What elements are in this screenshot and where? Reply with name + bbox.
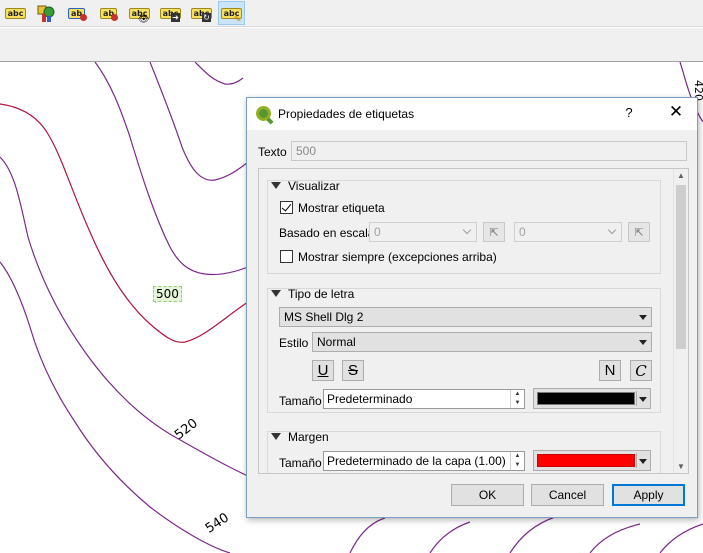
min-scale-value: 0 xyxy=(374,225,381,239)
spin-up-icon: ▲ xyxy=(514,453,521,459)
min-scale-combo[interactable]: 0 xyxy=(369,222,477,242)
scroll-up-icon[interactable]: ▲ xyxy=(677,171,685,180)
dropdown-arrow-icon xyxy=(639,315,647,320)
dropdown-arrow-icon xyxy=(639,459,647,464)
pencil-icon: ✎ xyxy=(234,14,242,24)
underline-button[interactable]: U xyxy=(312,360,334,381)
min-scale-pick-button[interactable]: ⇱ xyxy=(483,222,505,242)
buffer-color-swatch xyxy=(537,454,635,467)
normal-button[interactable]: N xyxy=(599,360,621,381)
contour-line xyxy=(149,62,249,181)
margen-title: Margen xyxy=(288,430,329,444)
index-contour-line xyxy=(0,103,249,343)
font-family-value: MS Shell Dlg 2 xyxy=(284,310,364,324)
buffer-size-label: Tamaño xyxy=(279,456,322,470)
font-size-label: Tamaño xyxy=(279,394,322,408)
buffer-size-spinbox[interactable]: Predeterminado de la capa (1.00) ▲ ▼ xyxy=(323,451,525,471)
italic-button[interactable]: C xyxy=(630,360,652,381)
text-field-label: Texto xyxy=(258,145,287,159)
help-button[interactable]: ? xyxy=(619,105,639,120)
dialog-titlebar[interactable]: Propiedades de etiquetas ? ✕ xyxy=(247,98,697,130)
contour-line xyxy=(349,517,386,553)
pin-labels-tool[interactable]: ab xyxy=(63,1,90,25)
abc-label-icon: abc xyxy=(4,7,27,19)
label-properties-dialog: Propiedades de etiquetas ? ✕ Texto 500 V… xyxy=(246,97,698,518)
qgis-logo-icon xyxy=(256,106,271,121)
scroll-down-icon[interactable]: ▼ xyxy=(677,462,685,471)
visualizar-title: Visualizar xyxy=(288,179,340,193)
show-label-text: Mostrar etiqueta xyxy=(298,201,385,215)
font-style-value: Normal xyxy=(317,335,356,349)
max-scale-combo[interactable]: 0 xyxy=(514,222,622,242)
show-label-checkbox[interactable] xyxy=(280,201,293,214)
move-label-tool[interactable]: abc ➜ xyxy=(157,1,184,25)
contour-line xyxy=(194,62,244,85)
max-scale-pick-button[interactable]: ⇱ xyxy=(628,222,650,242)
always-show-text: Mostrar siempre (excepciones arriba) xyxy=(298,250,497,264)
style-label: Estilo xyxy=(279,336,309,350)
label-toolbar: abc ab ab abc 👁 abc ➜ abc ↻ abc ✎ xyxy=(0,0,703,27)
dropdown-arrow-icon xyxy=(639,340,647,345)
max-scale-value: 0 xyxy=(519,225,526,239)
change-label-properties-tool[interactable]: abc ✎ xyxy=(218,1,245,25)
buffer-size-value: Predeterminado de la capa (1.00) xyxy=(327,454,506,468)
collapse-triangle-icon xyxy=(271,182,281,189)
buffer-color-button[interactable] xyxy=(533,450,651,471)
font-color-button[interactable] xyxy=(533,388,651,409)
chevron-down-icon xyxy=(462,225,472,235)
apply-button[interactable]: Apply xyxy=(612,484,685,506)
contour-line xyxy=(659,523,703,553)
strikethrough-button[interactable]: S xyxy=(342,360,364,381)
spin-down-icon: ▼ xyxy=(514,400,521,406)
spin-arrows[interactable]: ▲ ▼ xyxy=(510,452,524,470)
collapse-triangle-icon xyxy=(271,290,281,297)
eye-icon: 👁 xyxy=(138,14,150,24)
dropdown-arrow-icon xyxy=(639,397,647,402)
font-style-combo[interactable]: Normal xyxy=(312,332,652,352)
cancel-button[interactable]: Cancel xyxy=(531,484,604,506)
cursor-pick-icon: ⇱ xyxy=(634,226,644,239)
map-label-500[interactable]: 500 xyxy=(153,286,182,302)
cursor-pick-icon: ⇱ xyxy=(489,226,499,239)
font-size-value: Predeterminado xyxy=(327,392,413,406)
font-color-swatch xyxy=(537,392,635,405)
font-size-spinbox[interactable]: Predeterminado ▲ ▼ xyxy=(323,389,525,409)
contour-line xyxy=(429,521,471,553)
label-text-field[interactable]: 500 xyxy=(291,141,687,161)
font-family-combo[interactable]: MS Shell Dlg 2 xyxy=(279,307,652,327)
properties-scroll-area: Visualizar Mostrar etiqueta Basado en es… xyxy=(258,168,689,474)
close-button[interactable]: ✕ xyxy=(665,102,687,122)
spin-up-icon: ▲ xyxy=(514,391,521,397)
show-hide-labels-tool[interactable]: abc 👁 xyxy=(126,1,153,25)
ok-button[interactable]: OK xyxy=(451,484,524,506)
color-button-separator xyxy=(636,453,637,468)
spin-down-icon: ▼ xyxy=(514,462,521,468)
move-arrow-icon: ➜ xyxy=(171,13,180,22)
rotate-label-tool[interactable]: abc ↻ xyxy=(188,1,215,25)
collapse-triangle-icon xyxy=(271,433,281,440)
pin-icon xyxy=(80,14,87,21)
vertical-scrollbar[interactable]: ▲ ▼ xyxy=(673,169,688,473)
label-layer-tool[interactable]: abc xyxy=(2,1,29,25)
diagram-icon xyxy=(37,5,54,22)
spin-arrows[interactable]: ▲ ▼ xyxy=(510,390,524,408)
scrollbar-thumb[interactable] xyxy=(676,185,686,349)
contour-line xyxy=(509,516,556,553)
dialog-title: Propiedades de etiquetas xyxy=(278,107,415,121)
tipo-letra-title: Tipo de letra xyxy=(288,287,355,301)
contour-line xyxy=(0,261,231,553)
chevron-down-icon xyxy=(607,225,617,235)
diagram-tool[interactable] xyxy=(32,1,59,25)
contour-line xyxy=(589,523,641,553)
scale-based-label: Basado en escala xyxy=(279,226,375,240)
secondary-toolbar xyxy=(0,28,703,62)
color-button-separator xyxy=(636,391,637,406)
pin-icon xyxy=(111,14,118,21)
always-show-checkbox[interactable] xyxy=(280,250,293,263)
rotate-arrow-icon: ↻ xyxy=(202,13,211,22)
contour-line xyxy=(94,62,249,276)
highlight-pinned-labels-tool[interactable]: ab xyxy=(95,1,122,25)
